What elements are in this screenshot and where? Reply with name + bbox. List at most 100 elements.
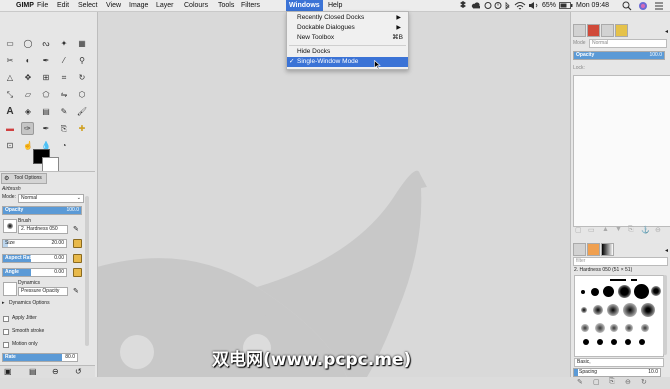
duplicate-brush-icon[interactable]: ⎘ <box>609 378 615 386</box>
shear-icon[interactable]: ▱ <box>22 89 34 101</box>
cage-transform-icon[interactable]: ⬡ <box>76 89 88 101</box>
flip-icon[interactable]: ⇋ <box>58 89 70 101</box>
brush-preview[interactable] <box>3 219 17 233</box>
menu-windows[interactable]: Windows <box>286 0 323 11</box>
align-icon[interactable]: ⊞ <box>40 72 52 84</box>
angle-reset-button[interactable] <box>73 268 82 277</box>
paths-icon[interactable]: ✒ <box>40 55 52 67</box>
tab-gradients-icon[interactable] <box>601 243 614 256</box>
duplicate-layer-icon[interactable]: ⎘ <box>628 226 634 234</box>
tab-channels-icon[interactable] <box>587 24 600 37</box>
clone-icon[interactable]: ⎘ <box>58 123 70 135</box>
opacity-slider[interactable]: Opacity 100.0 <box>2 206 82 215</box>
menu-view[interactable]: View <box>106 1 121 11</box>
bucket-fill-icon[interactable]: ◈ <box>22 106 34 118</box>
tab-tool-options[interactable]: ⚙ Tool Options <box>1 173 47 184</box>
menu-item-new-toolbox[interactable]: New Toolbox ⌘B <box>287 33 408 43</box>
heal-icon[interactable]: ✚ <box>76 123 88 135</box>
tab-layers-icon[interactable] <box>573 24 586 37</box>
brush-edit-icon[interactable]: ✎ <box>73 225 79 233</box>
dodge-burn-icon[interactable]: ◔ <box>58 140 70 152</box>
scale-icon[interactable]: ⤡ <box>4 89 16 101</box>
crop-icon[interactable]: ⌗ <box>58 72 70 84</box>
menu-item-single-window-mode[interactable]: ✓ Single-Window Mode <box>287 57 408 67</box>
brush-grid[interactable] <box>574 275 664 357</box>
edit-brush-icon[interactable]: ✎ <box>577 378 583 386</box>
tab-patterns-icon[interactable] <box>587 243 600 256</box>
layers-mode-select[interactable]: Normal <box>589 39 667 48</box>
menu-item-dockable-dialogues[interactable]: Dockable Dialogues ▶ <box>287 23 408 33</box>
dynamics-preview[interactable] <box>3 282 17 296</box>
save-options-icon[interactable]: ▣ <box>4 367 12 376</box>
apply-jitter-checkbox[interactable] <box>3 316 9 322</box>
text-tool-icon[interactable]: A <box>4 106 16 118</box>
layers-opacity-slider[interactable]: Opacity 100.0 <box>573 51 665 60</box>
brush-name-field[interactable]: 2. Hardness 050 <box>18 225 68 234</box>
spacing-slider[interactable]: Spacing 10.0 <box>573 368 661 377</box>
menu-image[interactable]: Image <box>129 1 148 11</box>
menu-tools[interactable]: Tools <box>218 1 234 11</box>
scissors-select-icon[interactable]: ✂ <box>4 55 16 67</box>
tab-brushes-icon[interactable] <box>573 243 586 256</box>
restore-options-icon[interactable]: ▤ <box>29 367 37 376</box>
menu-colours[interactable]: Colours <box>184 1 208 11</box>
dock-menu-icon[interactable]: ◂ <box>665 28 668 35</box>
menu-app-name[interactable]: GIMP <box>16 1 34 11</box>
battery-icon[interactable] <box>559 2 573 9</box>
dynamics-field[interactable]: Pressure Opacity <box>18 287 68 296</box>
new-brush-icon[interactable]: ▢ <box>593 378 600 386</box>
size-reset-button[interactable] <box>73 239 82 248</box>
background-color-swatch[interactable] <box>42 157 59 172</box>
move-icon[interactable]: ✥ <box>22 72 34 84</box>
color-select-icon[interactable]: ▦ <box>76 38 88 50</box>
smooth-stroke-checkbox[interactable] <box>3 329 9 335</box>
new-layer-icon[interactable]: ▢ <box>575 226 582 234</box>
dynamics-edit-icon[interactable]: ✎ <box>73 287 79 295</box>
mode-select[interactable]: Normal ⌄ <box>18 194 84 203</box>
size-slider[interactable]: Size 20.00 <box>2 239 67 248</box>
reset-options-icon[interactable]: ↺ <box>75 367 82 376</box>
free-select-icon[interactable]: ᔓ <box>40 38 52 50</box>
siri-icon[interactable] <box>638 1 648 11</box>
rate-slider[interactable]: Rate 80.0 <box>2 353 78 362</box>
perspective-clone-icon[interactable]: ⊡ <box>4 140 16 152</box>
refresh-brushes-icon[interactable]: ↻ <box>641 378 647 386</box>
menu-edit[interactable]: Edit <box>57 1 69 11</box>
delete-brush-icon[interactable]: ⊖ <box>625 378 631 386</box>
brushes-dock-menu-icon[interactable]: ◂ <box>665 247 668 254</box>
menu-select[interactable]: Select <box>78 1 97 11</box>
brush-grid-scrollbar[interactable] <box>663 275 667 355</box>
blend-icon[interactable]: ▤ <box>40 106 52 118</box>
dynamics-options-expander[interactable]: ▸ Dynamics Options <box>2 300 80 307</box>
raise-layer-icon[interactable]: ▲ <box>602 226 609 233</box>
zoom-icon[interactable]: ⚲ <box>76 55 88 67</box>
aspect-reset-button[interactable] <box>73 254 82 263</box>
foreground-select-icon[interactable]: ◐ <box>22 55 34 67</box>
color-picker-icon[interactable]: ⁄ <box>58 55 70 67</box>
menu-item-recently-closed-docks[interactable]: Recently Closed Docks ▶ <box>287 13 408 23</box>
aspect-ratio-slider[interactable]: Aspect Ratio 0.00 <box>2 254 67 263</box>
lower-layer-icon[interactable]: ▼ <box>615 226 622 233</box>
notification-center-icon[interactable] <box>654 1 664 11</box>
ink-icon[interactable]: ✒ <box>40 123 52 135</box>
motion-only-checkbox[interactable] <box>3 342 9 348</box>
tab-undo-icon[interactable] <box>615 24 628 37</box>
anchor-layer-icon[interactable]: ⚓ <box>641 226 650 234</box>
menu-file[interactable]: File <box>37 1 48 11</box>
delete-options-icon[interactable]: ⊖ <box>52 367 59 376</box>
rotate-icon[interactable]: ↻ <box>76 72 88 84</box>
layers-list[interactable] <box>573 75 670 227</box>
tool-options-scrollbar[interactable] <box>85 196 89 346</box>
fuzzy-select-icon[interactable]: ✦ <box>58 38 70 50</box>
pencil-icon[interactable]: ✎ <box>58 106 70 118</box>
airbrush-icon[interactable]: ✑ <box>21 122 34 135</box>
rect-select-icon[interactable]: ▭ <box>4 38 16 50</box>
menu-item-hide-docks[interactable]: Hide Docks <box>287 47 408 57</box>
menu-layer[interactable]: Layer <box>156 1 174 11</box>
delete-layer-icon[interactable]: ⊖ <box>655 226 661 234</box>
measure-icon[interactable]: △ <box>4 72 16 84</box>
ellipse-select-icon[interactable]: ◯ <box>22 38 34 50</box>
menu-help[interactable]: Help <box>328 1 342 11</box>
new-group-icon[interactable]: ▭ <box>588 226 595 234</box>
paintbrush-icon[interactable]: 🖌 <box>76 106 88 118</box>
